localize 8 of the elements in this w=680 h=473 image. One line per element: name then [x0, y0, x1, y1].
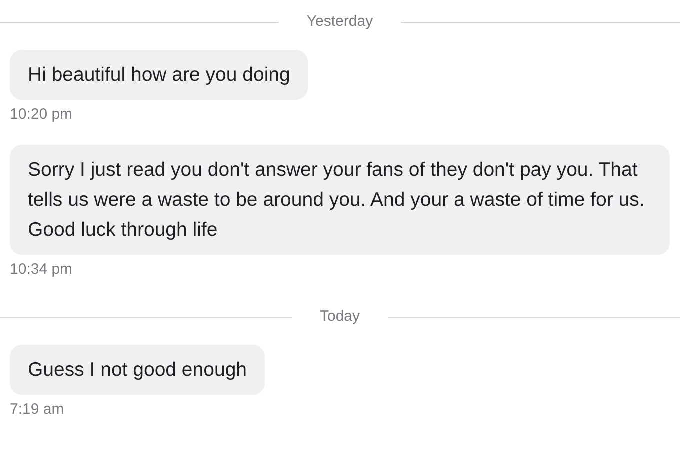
message-bubble: Guess I not good enough: [10, 345, 266, 395]
message-bubble: Sorry I just read you don't answer your fans of they don't pay you. That tells us were a waste to be around you. And your a waste of time for us. Good luck through life: [10, 144, 670, 254]
message-time: 10:34 pm: [10, 260, 73, 280]
message-time: 10:20 pm: [10, 105, 73, 125]
message-bubble: Hi beautiful how are you doing: [10, 50, 308, 100]
message-time: 7:19 am: [10, 400, 64, 420]
day-divider-label: Today: [318, 306, 362, 327]
day-divider-label: Yesterday: [306, 12, 374, 32]
